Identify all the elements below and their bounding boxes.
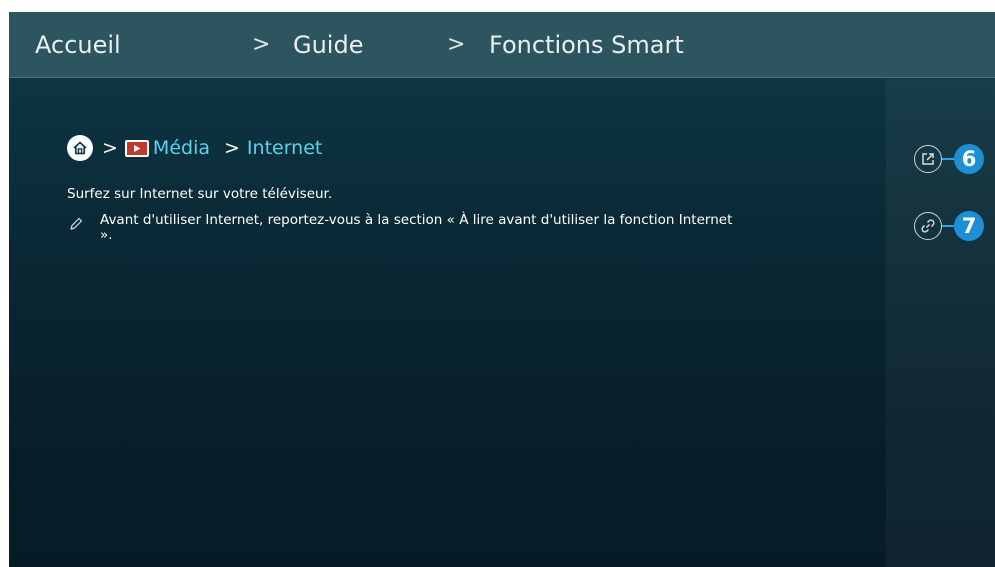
path-separator: > [102, 136, 118, 159]
link-icon[interactable] [914, 212, 942, 240]
breadcrumb-separator: > [447, 32, 466, 57]
path-media: Média [152, 137, 210, 159]
e-manual-screen: Accueil > Guide > Fonctions Smart [9, 12, 995, 567]
external-link-icon[interactable] [914, 145, 942, 173]
breadcrumb-current: Fonctions Smart [489, 31, 684, 59]
media-icon [124, 139, 149, 157]
breadcrumb-guide[interactable]: Guide [293, 12, 363, 78]
callout-badge-7: 7 [954, 211, 984, 241]
path-internet: Internet [246, 137, 323, 159]
description-text: Surfez sur Internet sur votre téléviseur… [67, 186, 333, 202]
path-separator: > [224, 136, 240, 159]
menu-path: > Média > Internet [67, 133, 322, 163]
callout-badge-6: 6 [954, 144, 984, 174]
home-icon [67, 135, 93, 161]
pencil-icon [68, 216, 84, 232]
breadcrumb-home[interactable]: Accueil [35, 12, 121, 78]
breadcrumb-separator: > [252, 32, 271, 57]
note-text: Avant d'utiliser Internet, reportez-vous… [100, 212, 733, 243]
breadcrumb: Accueil > Guide > Fonctions Smart [9, 12, 995, 78]
